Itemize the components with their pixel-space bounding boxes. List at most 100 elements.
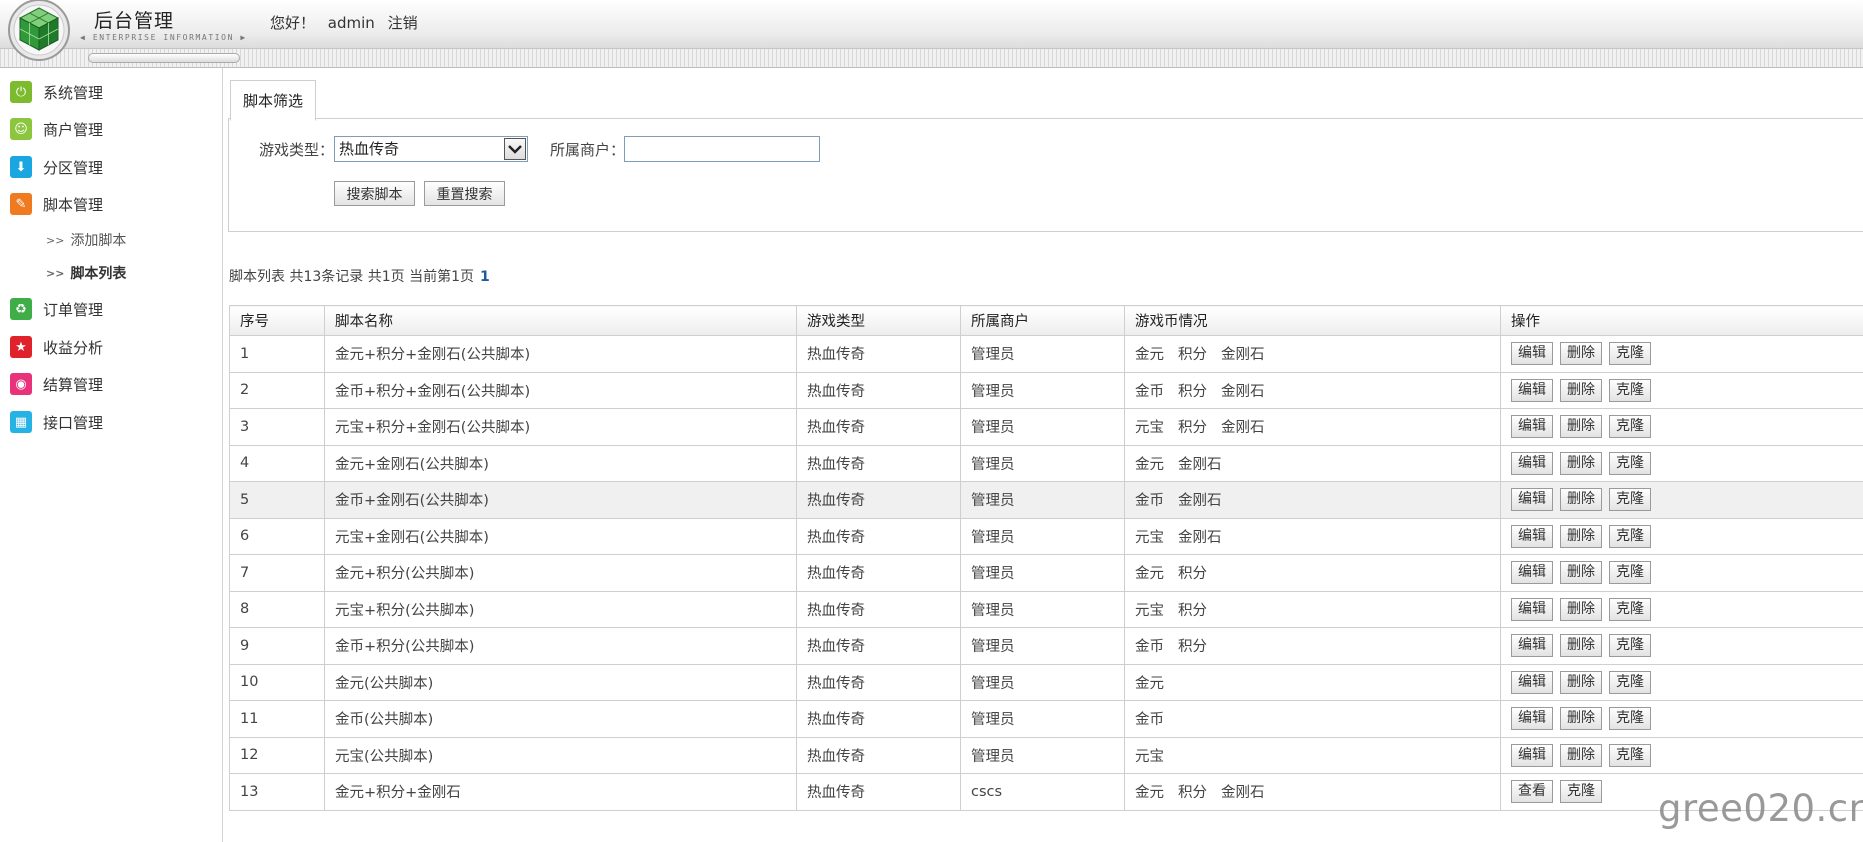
sidebar-item-api[interactable]: ▦ 接口管理 (10, 410, 103, 434)
cell-merchant: 管理员 (960, 481, 1125, 519)
script-table: 序号 脚本名称 游戏类型 所属商户 游戏币情况 操作 1 金元+积分+金刚石(公共脚本) 热血… (229, 305, 1863, 811)
edit-button[interactable]: 编辑 (1511, 524, 1553, 548)
delete-button[interactable]: 删除 (1560, 707, 1602, 731)
reset-search-button[interactable]: 重置搜索 (424, 181, 505, 206)
edit-button[interactable]: 编辑 (1511, 634, 1553, 658)
cell-actions: 编辑 删除 克隆 (1500, 736, 1863, 774)
cell-index: 5 (229, 481, 325, 519)
cell-merchant: 管理员 (960, 736, 1125, 774)
cell-game-type: 热血传奇 (796, 700, 961, 738)
cell-actions: 编辑 删除 克隆 (1500, 663, 1863, 701)
clone-button[interactable]: 克隆 (1560, 780, 1602, 804)
clone-button[interactable]: 克隆 (1609, 561, 1651, 585)
sidebar-item-scripts[interactable]: ✎ 脚本管理 (10, 192, 103, 216)
clone-button[interactable]: 克隆 (1609, 597, 1651, 621)
cell-index: 6 (229, 517, 325, 555)
edit-button[interactable]: 编辑 (1511, 707, 1553, 731)
delete-button[interactable]: 删除 (1560, 488, 1602, 512)
edit-button[interactable]: 编辑 (1511, 561, 1553, 585)
search-script-button[interactable]: 搜索脚本 (334, 181, 415, 206)
star-icon: ★ (10, 336, 32, 358)
clone-button[interactable]: 克隆 (1609, 488, 1651, 512)
cell-index: 4 (229, 444, 325, 482)
delete-button[interactable]: 删除 (1560, 524, 1602, 548)
cell-game-type: 热血传奇 (796, 335, 961, 373)
delete-button[interactable]: 删除 (1560, 670, 1602, 694)
game-type-selected-value: 热血传奇 (339, 140, 400, 158)
currency-tag: 金刚石 (1221, 785, 1265, 802)
cell-index: 9 (229, 627, 325, 665)
delete-button[interactable]: 删除 (1560, 378, 1602, 402)
grid-icon: ▦ (10, 411, 32, 433)
table-body: 1 金元+积分+金刚石(公共脚本) 热血传奇 管理员 金元 积分 金刚石 编辑 删除 克隆 2 金币+… (229, 335, 1863, 811)
edit-button[interactable]: 编辑 (1511, 415, 1553, 439)
cell-merchant: 管理员 (960, 444, 1125, 482)
delete-button[interactable]: 删除 (1560, 597, 1602, 621)
currency-tag: 金元 (1135, 785, 1164, 802)
clone-button[interactable]: 克隆 (1609, 524, 1651, 548)
cell-merchant: cscs (960, 773, 1125, 811)
cell-actions: 编辑 删除 克隆 (1500, 554, 1863, 592)
delete-button[interactable]: 删除 (1560, 451, 1602, 475)
edit-button[interactable]: 编辑 (1511, 378, 1553, 402)
view-button[interactable]: 查看 (1511, 780, 1553, 804)
cell-index: 13 (229, 773, 325, 811)
clone-button[interactable]: 克隆 (1609, 707, 1651, 731)
page-link-1[interactable]: 1 (480, 269, 490, 285)
cell-script-name: 元宝+积分(公共脚本) (324, 590, 797, 628)
cell-script-name: 金币(公共脚本) (324, 700, 797, 738)
sidebar-item-label: 收益分析 (43, 338, 104, 357)
table-row: 7 金元+积分(公共脚本) 热血传奇 管理员 金元 积分 编辑 删除 克隆 (229, 554, 1863, 592)
delete-button[interactable]: 删除 (1560, 743, 1602, 767)
cell-merchant: 管理员 (960, 700, 1125, 738)
cell-actions: 编辑 删除 克隆 (1500, 627, 1863, 665)
clone-button[interactable]: 克隆 (1609, 743, 1651, 767)
cell-script-name: 金元+积分+金刚石(公共脚本) (324, 335, 797, 373)
currency-tag: 元宝 (1135, 602, 1164, 619)
delete-button[interactable]: 删除 (1560, 342, 1602, 366)
sidebar-subitem-script-list[interactable]: >> 脚本列表 (46, 263, 126, 283)
clone-button[interactable]: 克隆 (1609, 342, 1651, 366)
clone-button[interactable]: 克隆 (1609, 415, 1651, 439)
game-type-select[interactable]: 热血传奇 (334, 136, 528, 162)
currency-tag: 金币 (1135, 712, 1164, 729)
delete-button[interactable]: 删除 (1560, 634, 1602, 658)
table-row: 9 金币+积分(公共脚本) 热血传奇 管理员 金币 积分 编辑 删除 克隆 (229, 627, 1863, 665)
delete-button[interactable]: 删除 (1560, 561, 1602, 585)
edit-button[interactable]: 编辑 (1511, 451, 1553, 475)
clone-button[interactable]: 克隆 (1609, 451, 1651, 475)
summary-text: 脚本列表 共13条记录 共1页 当前第1页 (229, 269, 474, 285)
delete-button[interactable]: 删除 (1560, 415, 1602, 439)
sidebar-subitem-add-script[interactable]: >> 添加脚本 (46, 230, 126, 250)
cell-game-type: 热血传奇 (796, 371, 961, 409)
edit-button[interactable]: 编辑 (1511, 743, 1553, 767)
currency-tag: 积分 (1178, 785, 1207, 802)
sidebar-item-revenue[interactable]: ★ 收益分析 (10, 335, 103, 359)
logout-link[interactable]: 注销 (388, 14, 418, 32)
clone-button[interactable]: 克隆 (1609, 378, 1651, 402)
edit-button[interactable]: 编辑 (1511, 670, 1553, 694)
cell-currency: 金币 (1124, 700, 1501, 738)
sidebar-item-label: 订单管理 (43, 300, 104, 319)
sidebar-item-settlement[interactable]: ◉ 结算管理 (10, 372, 103, 396)
tab-script-filter[interactable]: 脚本筛选 (230, 80, 316, 121)
edit-button[interactable]: 编辑 (1511, 597, 1553, 621)
sidebar-item-merchants[interactable]: ☺ 商户管理 (10, 117, 103, 141)
currency-tag: 积分 (1178, 420, 1207, 437)
chevron-down-icon[interactable] (504, 138, 526, 160)
merchant-input[interactable] (624, 136, 820, 162)
cell-merchant: 管理员 (960, 590, 1125, 628)
clone-button[interactable]: 克隆 (1609, 634, 1651, 658)
currency-tag: 积分 (1178, 347, 1207, 364)
cell-currency: 元宝 (1124, 736, 1501, 774)
sidebar-item-zones[interactable]: ⬇ 分区管理 (10, 155, 103, 179)
sidebar (0, 68, 223, 842)
clone-button[interactable]: 克隆 (1609, 670, 1651, 694)
edit-button[interactable]: 编辑 (1511, 488, 1553, 512)
sidebar-item-system[interactable]: ⏻ 系统管理 (10, 80, 103, 104)
record-icon: ◉ (10, 373, 32, 395)
cell-actions: 编辑 删除 克隆 (1500, 590, 1863, 628)
download-arrow-icon: ⬇ (10, 156, 32, 178)
sidebar-item-orders[interactable]: ♻ 订单管理 (10, 297, 103, 321)
edit-button[interactable]: 编辑 (1511, 342, 1553, 366)
